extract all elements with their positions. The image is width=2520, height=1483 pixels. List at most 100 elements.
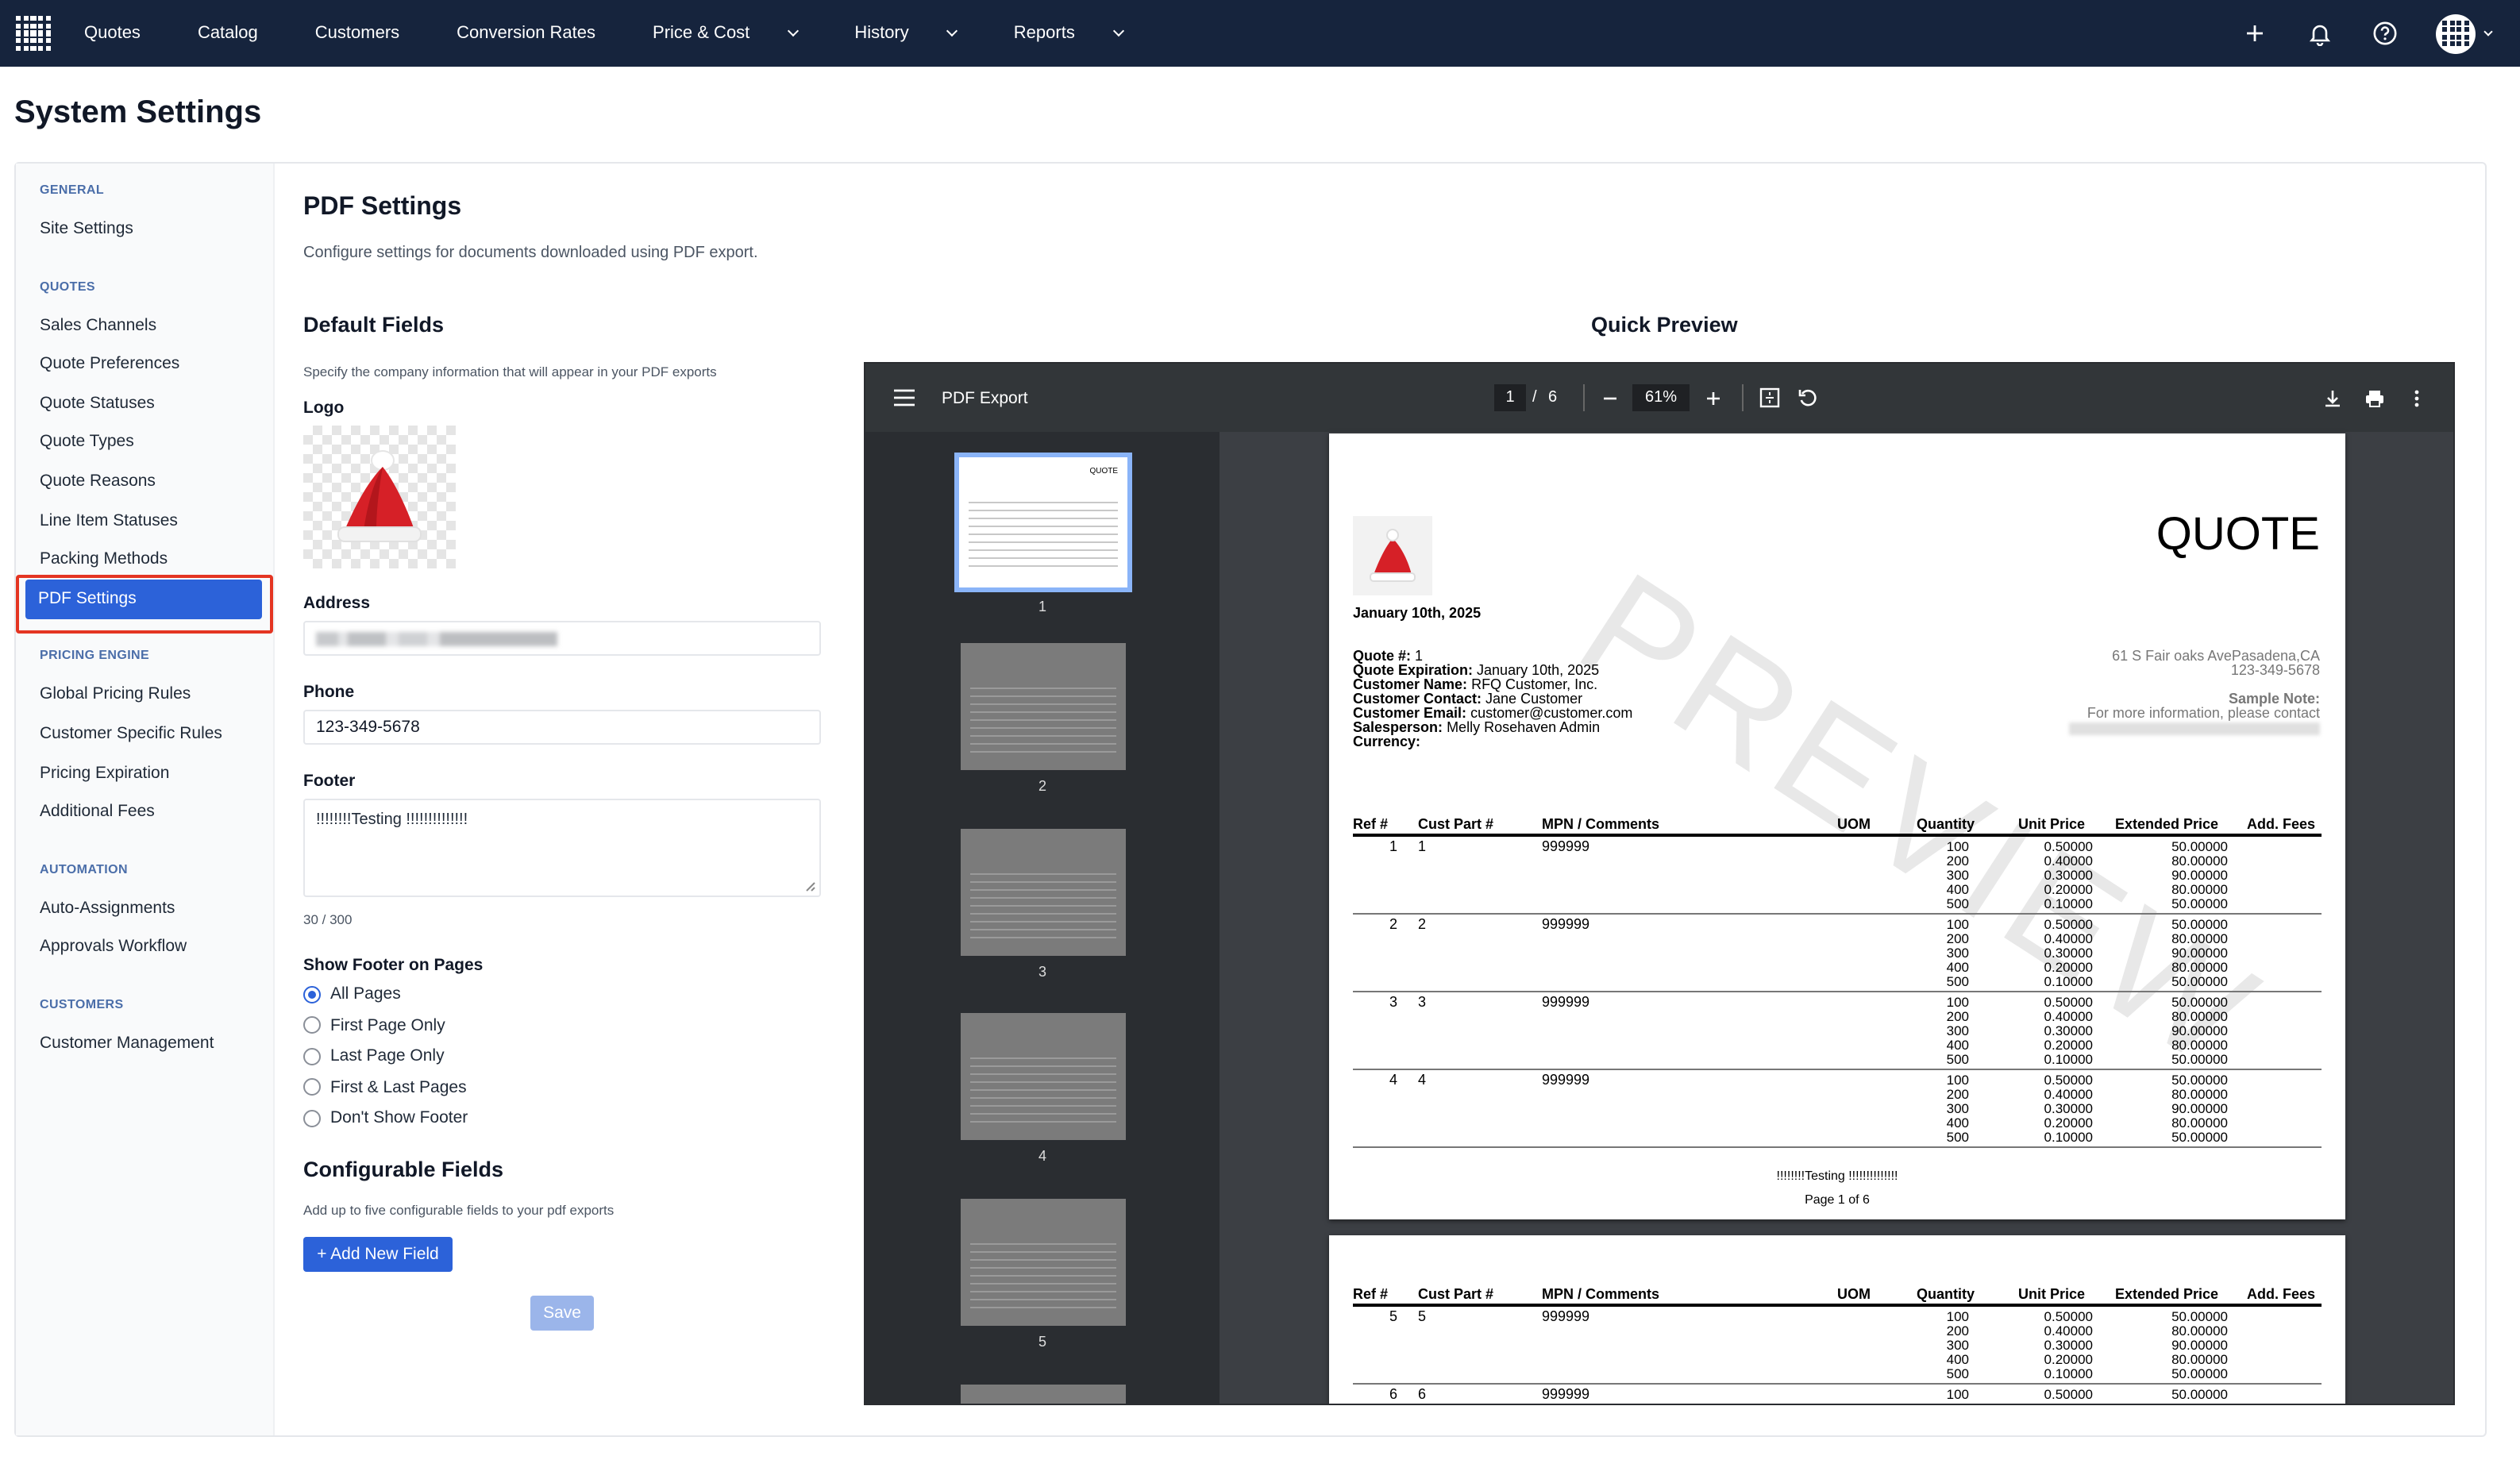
resize-handle-icon[interactable] <box>805 881 816 892</box>
sidebar-item-additional-fees[interactable]: Additional Fees <box>40 802 155 821</box>
help-icon[interactable] <box>2371 19 2399 48</box>
zoom-out-icon[interactable] <box>1602 390 1618 406</box>
quote-field-value: RFQ Customer, Inc. <box>1467 676 1598 692</box>
row-mpn: 999999 <box>1542 1386 1590 1402</box>
sidebar-item-line-item-statuses[interactable]: Line Item Statuses <box>40 510 178 530</box>
col-header-mpn-comments: MPN / Comments <box>1542 1286 1660 1302</box>
thumbnail-number: 4 <box>1038 1148 1046 1164</box>
sidebar-item-customer-specific-rules[interactable]: Customer Specific Rules <box>40 724 222 743</box>
sidebar-item-site-settings[interactable]: Site Settings <box>40 219 133 238</box>
sidebar-item-pdf-settings[interactable]: PDF Settings <box>25 579 262 619</box>
row-ref: 2 <box>1389 916 1398 932</box>
row-ref: 6 <box>1389 1386 1398 1402</box>
santa-hat-logo-icon <box>337 450 422 542</box>
page-number-input[interactable]: 1 <box>1494 384 1526 411</box>
more-options-icon[interactable] <box>2414 388 2420 407</box>
nav-customers[interactable]: Customers <box>315 24 428 43</box>
page-thumbnail-2[interactable] <box>961 643 1126 770</box>
page-separator: / <box>1532 389 1537 406</box>
phone-input[interactable]: 123-349-5678 <box>303 710 821 745</box>
col-header-extended-price: Extended Price <box>2115 816 2219 832</box>
row-cust-part: 6 <box>1418 1386 1427 1402</box>
nav-price-cost[interactable]: Price & Cost <box>653 24 826 43</box>
thumbnail-number: 1 <box>1038 599 1046 614</box>
page-thumbnail-3[interactable] <box>961 828 1126 955</box>
col-header-quantity: Quantity <box>1917 1286 1975 1302</box>
footer-label: Footer <box>303 772 356 791</box>
page-thumbnail-4[interactable] <box>961 1013 1126 1140</box>
radio-button[interactable] <box>303 1016 321 1034</box>
row-unit-prices: 0.10000 <box>2044 896 2093 911</box>
radio-label: Don't Show Footer <box>330 1108 468 1127</box>
sidebar-item-packing-methods[interactable]: Packing Methods <box>40 549 168 568</box>
quote-heading: QUOTE <box>2156 510 2320 560</box>
zoom-level[interactable]: 61% <box>1632 384 1690 411</box>
radio-don-t-show-footer[interactable]: Don't Show Footer <box>303 1108 468 1127</box>
sidebar-item-quote-reasons[interactable]: Quote Reasons <box>40 472 156 491</box>
pdf-settings-description: Configure settings for documents downloa… <box>303 245 758 262</box>
fit-page-icon[interactable] <box>1759 387 1780 408</box>
quote-logo-icon <box>1353 516 1432 595</box>
page-thumbnail-6[interactable] <box>961 1385 1126 1404</box>
nav-reports[interactable]: Reports <box>1014 24 1151 43</box>
row-quantities: 500 <box>1946 1051 1969 1067</box>
page-thumbnail-1[interactable]: QUOTE <box>954 453 1132 592</box>
row-mpn: 999999 <box>1542 916 1590 932</box>
row-quantities: 500 <box>1946 896 1969 911</box>
sidebar-item-sales-channels[interactable]: Sales Channels <box>40 315 156 334</box>
add-new-field-button[interactable]: + Add New Field <box>303 1237 453 1272</box>
default-fields-title: Default Fields <box>303 313 445 337</box>
radio-button[interactable] <box>303 1109 321 1127</box>
footer-textarea[interactable]: !!!!!!!!Testing !!!!!!!!!!!!!! <box>303 799 821 897</box>
sidebar-item-quote-statuses[interactable]: Quote Statuses <box>40 394 155 413</box>
page-thumbnail-5[interactable] <box>961 1198 1126 1325</box>
sidebar-item-pricing-expiration[interactable]: Pricing Expiration <box>40 763 169 782</box>
radio-button[interactable] <box>303 1047 321 1065</box>
nav-conversion-rates[interactable]: Conversion Rates <box>457 24 624 43</box>
download-icon[interactable] <box>2323 388 2342 407</box>
chevron-down-icon <box>1112 25 1124 37</box>
col-header-mpn-comments: MPN / Comments <box>1542 816 1660 832</box>
col-header-uom: UOM <box>1837 816 1871 832</box>
avatar[interactable] <box>2436 13 2476 53</box>
radio-first-page-only[interactable]: First Page Only <box>303 1015 445 1034</box>
radio-label: All Pages <box>330 984 401 1003</box>
save-button[interactable]: Save <box>530 1296 594 1331</box>
default-fields-description: Specify the company information that wil… <box>303 364 717 379</box>
sidebar-item-customer-management[interactable]: Customer Management <box>40 1034 214 1053</box>
radio-button[interactable] <box>303 1078 321 1096</box>
nav-catalog[interactable]: Catalog <box>198 24 287 43</box>
radio-first-last-pages[interactable]: First & Last Pages <box>303 1077 467 1096</box>
nav-label: History <box>854 24 909 43</box>
plus-icon[interactable] <box>2241 19 2269 48</box>
logo-label: Logo <box>303 399 345 418</box>
app-grid-logo-icon[interactable] <box>16 16 51 51</box>
sidebar-item-global-pricing-rules[interactable]: Global Pricing Rules <box>40 685 191 704</box>
logo-upload[interactable] <box>303 426 456 568</box>
menu-icon[interactable] <box>894 389 915 406</box>
sidebar-item-approvals-workflow[interactable]: Approvals Workflow <box>40 938 187 957</box>
chevron-down-icon <box>788 25 800 37</box>
radio-last-page-only[interactable]: Last Page Only <box>303 1046 445 1065</box>
nav-quotes[interactable]: Quotes <box>84 24 169 43</box>
user-menu[interactable] <box>2436 13 2493 53</box>
radio-all-pages[interactable]: All Pages <box>303 984 401 1003</box>
sidebar-item-quote-types[interactable]: Quote Types <box>40 433 134 452</box>
rotate-icon[interactable] <box>1798 387 1818 408</box>
address-input[interactable] <box>303 621 821 656</box>
sidebar-item-auto-assignments[interactable]: Auto-Assignments <box>40 899 175 918</box>
zoom-in-icon[interactable] <box>1705 390 1721 406</box>
sidebar-item-quote-preferences[interactable]: Quote Preferences <box>40 354 179 373</box>
nav-history[interactable]: History <box>854 24 984 43</box>
radio-button[interactable] <box>303 985 321 1003</box>
nav-label: Reports <box>1013 24 1075 43</box>
quote-field-label: Customer Email: <box>1353 705 1467 721</box>
radio-label: First & Last Pages <box>330 1077 467 1096</box>
print-icon[interactable] <box>2364 388 2385 407</box>
row-extended-prices: 50.00000 <box>2171 896 2228 911</box>
row-mpn: 999999 <box>1542 994 1590 1010</box>
nav-label: Conversion Rates <box>457 24 596 43</box>
nav-links: Quotes Catalog Customers Conversion Rates Pr… <box>84 24 1180 43</box>
bell-icon[interactable] <box>2306 19 2334 48</box>
row-mpn: 999999 <box>1542 1072 1590 1088</box>
